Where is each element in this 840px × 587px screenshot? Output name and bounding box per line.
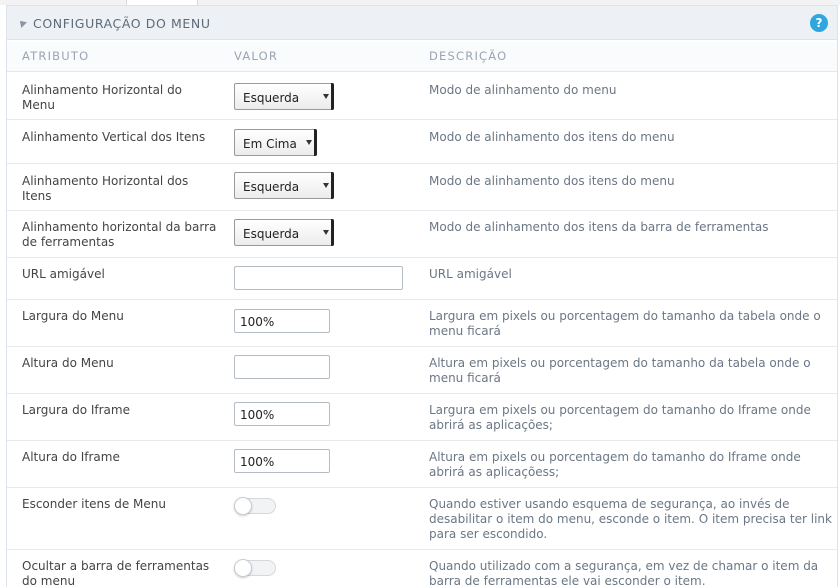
attribute-description: Altura em pixels ou porcentagem do taman…	[429, 356, 811, 385]
column-header-description: DESCRIÇÃO	[429, 49, 508, 63]
select-value: Esquerda	[243, 180, 300, 194]
toolbar-horizontal-alignment-select[interactable]: Esquerda	[234, 219, 334, 246]
attribute-description: Modo de alinhamento do menu	[429, 83, 617, 97]
iframe-width-input[interactable]: 100%	[234, 402, 330, 426]
config-row: Largura do Iframe 100% Largura em pixels…	[7, 394, 837, 441]
attribute-description: Modo de alinhamento dos itens do menu	[429, 130, 675, 144]
panel-header[interactable]: CONFIGURAÇÃO DO MENU ?	[7, 6, 837, 40]
config-row: Largura do Menu 100% Largura em pixels o…	[7, 300, 837, 347]
attribute-description: Modo de alinhamento dos itens do menu	[429, 174, 675, 188]
select-edge	[331, 83, 334, 110]
toggle-knob	[234, 559, 252, 577]
attribute-label: Alinhamento Vertical dos Itens	[22, 130, 206, 144]
iframe-height-input[interactable]: 100%	[234, 449, 330, 473]
column-header-attribute: ATRIBUTO	[22, 49, 90, 63]
attribute-description: Modo de alinhamento dos itens da barra d…	[429, 220, 769, 234]
config-row: Ocultar a barra de ferramentas do menu Q…	[7, 550, 837, 587]
attribute-description: Quando utilizado com a segurança, em vez…	[429, 559, 819, 587]
attribute-label: Alinhamento Horizontal do Menu	[22, 83, 183, 112]
select-edge	[331, 172, 334, 199]
select-value: Esquerda	[243, 227, 300, 241]
config-row: Esconder itens de Menu Quando estiver us…	[7, 488, 837, 550]
dropdown-arrow-icon	[323, 94, 329, 99]
attribute-label: Largura do Iframe	[22, 403, 130, 417]
dropdown-arrow-icon	[323, 183, 329, 188]
collapse-caret-icon[interactable]	[17, 18, 27, 28]
config-row: Alinhamento Horizontal do Menu Esquerda …	[7, 73, 837, 120]
attribute-label: URL amigável	[22, 267, 105, 281]
attribute-label: Alinhamento horizontal da barra de ferra…	[22, 220, 217, 249]
attribute-label: Largura do Menu	[22, 309, 124, 323]
select-edge	[314, 129, 317, 156]
attribute-description: Quando estiver usando esquema de seguran…	[429, 497, 832, 541]
attribute-label: Altura do Iframe	[22, 450, 120, 464]
vertical-items-alignment-select[interactable]: Em Cima	[234, 129, 317, 156]
horizontal-menu-alignment-select[interactable]: Esquerda	[234, 83, 334, 110]
menu-height-input[interactable]	[234, 355, 330, 379]
select-value: Em Cima	[243, 137, 297, 151]
attribute-label: Alinhamento Horizontal dos Itens	[22, 174, 189, 203]
config-row: Alinhamento Horizontal dos Itens Esquerd…	[7, 164, 837, 211]
toggle-knob	[234, 497, 252, 515]
config-row: Altura do Menu Altura em pixels ou porce…	[7, 347, 837, 394]
attribute-description: Largura em pixels ou porcentagem do tama…	[429, 403, 811, 432]
attribute-description: URL amigável	[429, 267, 512, 281]
config-row: Altura do Iframe 100% Altura em pixels o…	[7, 441, 837, 488]
select-value: Esquerda	[243, 91, 300, 105]
help-icon[interactable]: ?	[810, 14, 828, 32]
column-headers: ATRIBUTO VALOR DESCRIÇÃO	[7, 42, 837, 72]
select-edge	[331, 219, 334, 246]
dropdown-arrow-icon	[306, 140, 312, 145]
config-row: URL amigável URL amigável	[7, 258, 837, 300]
horizontal-items-alignment-select[interactable]: Esquerda	[234, 172, 334, 199]
menu-configuration-panel: CONFIGURAÇÃO DO MENU ? ATRIBUTO VALOR DE…	[6, 5, 838, 587]
menu-width-input[interactable]: 100%	[234, 309, 330, 333]
panel-title: CONFIGURAÇÃO DO MENU	[33, 16, 211, 31]
attribute-label: Ocultar a barra de ferramentas do menu	[22, 559, 210, 587]
column-header-value: VALOR	[234, 49, 279, 63]
friendly-url-input[interactable]	[234, 266, 403, 290]
hide-toolbar-toggle[interactable]	[234, 559, 276, 577]
attribute-description: Altura em pixels ou porcentagem do taman…	[429, 450, 801, 479]
attribute-description: Largura em pixels ou porcentagem do tama…	[429, 309, 821, 338]
attribute-label: Esconder itens de Menu	[22, 497, 166, 511]
config-row: Alinhamento Vertical dos Itens Em Cima M…	[7, 120, 837, 164]
dropdown-arrow-icon	[323, 230, 329, 235]
hide-menu-items-toggle[interactable]	[234, 497, 276, 515]
config-row: Alinhamento horizontal da barra de ferra…	[7, 211, 837, 258]
attribute-label: Altura do Menu	[22, 356, 114, 370]
